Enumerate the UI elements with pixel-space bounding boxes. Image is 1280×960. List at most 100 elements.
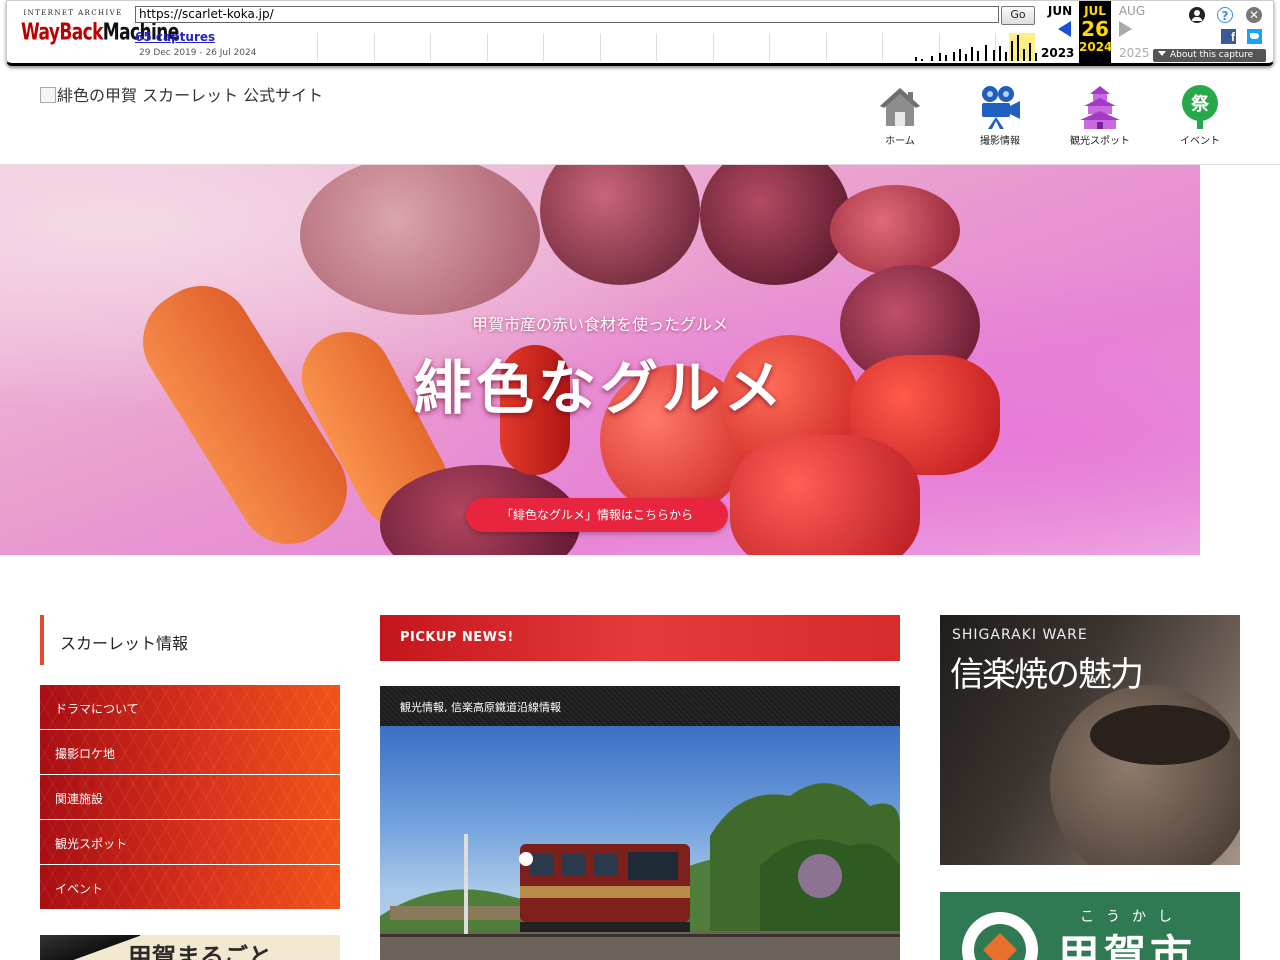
shigaraki-ware-banner[interactable]: SHIGARAKI WARE 信楽焼の魅力 xyxy=(940,615,1240,865)
wayback-current-year: 2024 xyxy=(1079,40,1113,54)
sparkline-capture-bar xyxy=(1023,49,1025,61)
festival-fan-icon: 祭 xyxy=(1182,85,1218,129)
sparkline-capture-bar xyxy=(999,46,1001,61)
wayback-logo-a: WayBack xyxy=(21,19,103,46)
wayback-captures-link[interactable]: 65 captures xyxy=(135,30,215,44)
news-train-photo[interactable] xyxy=(380,726,900,960)
nav-home-label: ホーム xyxy=(885,136,915,147)
sparkline-month-divider xyxy=(995,33,996,61)
about-capture-button[interactable]: About this capture xyxy=(1153,49,1266,62)
sparkline-capture-bar xyxy=(1017,35,1019,61)
sparkline-capture-bar xyxy=(1005,52,1007,61)
pickup-news-heading-text: PICKUP NEWS! xyxy=(400,630,514,645)
koka-marugoto-banner-text: 甲賀まるごと xyxy=(128,942,272,960)
sidebar-heading: スカーレット情報 xyxy=(40,615,340,665)
help-icon[interactable]: ? xyxy=(1217,7,1233,23)
sparkline-capture-bar xyxy=(965,54,967,61)
koka-city-banner[interactable]: こうかし 甲賀市 xyxy=(940,892,1240,960)
sparkline-month-divider xyxy=(599,33,601,61)
wayback-logo[interactable]: INTERNET ARCHIVE WayBackMachine xyxy=(21,9,179,55)
user-account-icon[interactable] xyxy=(1189,7,1205,23)
nav-filming-label: 撮影情報 xyxy=(980,136,1020,147)
sidebar-item-label: ドラマについて xyxy=(55,702,139,716)
sparkline-month-divider xyxy=(825,33,827,61)
site-logo-alt-text: 緋色の甲賀 スカーレット 公式サイト xyxy=(57,86,324,105)
wayback-toolbar: INTERNET ARCHIVE WayBackMachine https://… xyxy=(6,0,1274,66)
twitter-share-icon[interactable] xyxy=(1247,29,1262,44)
sidebar-item-events[interactable]: イベント xyxy=(40,865,340,909)
wayback-next-month: AUG xyxy=(1118,4,1146,18)
sidebar-item-label: 撮影ロケ地 xyxy=(55,747,116,761)
sparkline-capture-bar xyxy=(953,52,955,61)
koka-marugoto-banner[interactable]: 甲賀まるごと xyxy=(40,935,340,960)
svg-text:祭: 祭 xyxy=(1190,93,1210,115)
sparkline-month-divider xyxy=(430,33,431,61)
wayback-sparkline[interactable] xyxy=(309,33,1041,61)
broken-image-icon xyxy=(40,87,56,103)
sparkline-month-divider xyxy=(543,33,544,61)
sparkline-capture-bar xyxy=(993,50,995,61)
close-icon[interactable]: ✕ xyxy=(1246,7,1262,23)
sidebar-item-label: イベント xyxy=(55,882,104,896)
movie-camera-icon xyxy=(982,86,1020,129)
site-logo[interactable]: 緋色の甲賀 スカーレット 公式サイト xyxy=(40,82,323,106)
wayback-url-input[interactable]: https://scarlet-koka.jp/ xyxy=(135,6,999,23)
sidebar-item-facilities[interactable]: 関連施設 xyxy=(40,775,340,819)
wayback-go-button[interactable]: Go xyxy=(1001,6,1035,25)
koka-city-name: 甲賀市 xyxy=(1058,931,1197,960)
sparkline-month-divider xyxy=(712,33,714,61)
fig-shape-2 xyxy=(700,165,850,285)
sparkline-capture-bar xyxy=(945,55,947,61)
news-category-bar: 観光情報, 信楽高原鐵道沿線情報 xyxy=(380,686,900,726)
shigaraki-banner-ja: 信楽焼の魅力 xyxy=(950,655,1144,695)
wayback-next-year: 2025 xyxy=(1119,46,1150,60)
wayback-next-arrow-icon xyxy=(1119,21,1132,37)
train-scene-image xyxy=(380,783,900,960)
sparkline-month-divider xyxy=(373,33,375,61)
hero-subtitle: 甲賀市産の赤い食材を使ったグルメ xyxy=(471,315,728,334)
wayback-logo-main: WayBackMachine xyxy=(21,19,179,46)
hero-cta-button[interactable]: 「緋色なグルメ」情報はこちらから xyxy=(466,498,728,532)
sparkline-capture-bar xyxy=(921,59,923,61)
castle-icon xyxy=(1080,86,1120,129)
sidebar-heading-text: スカーレット情報 xyxy=(60,634,189,653)
hero-title: 緋色なグルメ xyxy=(413,354,786,422)
wayback-prev-arrow-icon[interactable] xyxy=(1058,21,1071,37)
sidebar-item-sightseeing[interactable]: 観光スポット xyxy=(40,820,340,864)
fig-shape xyxy=(540,165,700,285)
sparkline-capture-bar xyxy=(985,45,987,61)
sparkline-month-divider xyxy=(656,33,657,61)
hero-banner[interactable]: 甲賀市産の赤い食材を使ったグルメ 緋色なグルメ 「緋色なグルメ」情報はこちらから xyxy=(0,165,1200,555)
sparkline-month-divider xyxy=(769,33,770,61)
news-category: 観光情報, 信楽高原鐵道沿線情報 xyxy=(400,701,561,714)
house-icon xyxy=(880,88,920,126)
pot-rim-shape xyxy=(1090,705,1230,765)
sparkline-capture-bar xyxy=(1029,43,1031,61)
sidebar-item-locations[interactable]: 撮影ロケ地 xyxy=(40,730,340,774)
facebook-share-icon[interactable]: f xyxy=(1221,29,1236,44)
wayback-capture-range: 29 Dec 2019 - 26 Jul 2024 xyxy=(139,48,257,58)
sparkline-month-divider xyxy=(486,33,488,61)
banner-hand-image xyxy=(40,935,140,960)
wayback-prev-year[interactable]: 2023 xyxy=(1041,46,1074,60)
pepper-shape-2 xyxy=(730,435,920,555)
wayback-current-date: JUL 26 2024 xyxy=(1079,1,1113,63)
sparkline-capture-bar xyxy=(959,49,961,61)
nav-events-label: イベント xyxy=(1180,136,1220,147)
wayback-prev-month[interactable]: JUN xyxy=(1045,4,1075,18)
sparkline-capture-bar xyxy=(939,53,941,61)
about-capture-label: About this capture xyxy=(1170,50,1254,60)
sidebar-item-label: 観光スポット xyxy=(55,837,128,851)
nav-sightseeing-label: 観光スポット xyxy=(1070,136,1130,147)
sidebar-item-label: 関連施設 xyxy=(55,792,104,806)
news-card[interactable]: 観光情報, 信楽高原鐵道沿線情報 xyxy=(380,686,900,960)
sparkline-capture-bar xyxy=(915,57,917,61)
global-nav: ホーム 撮影情報 観光スポット 祭 イベント xyxy=(850,84,1250,148)
wayback-logo-top: INTERNET ARCHIVE xyxy=(23,9,123,17)
wayback-current-month: JUL xyxy=(1084,4,1106,18)
shigaraki-banner-en: SHIGARAKI WARE xyxy=(952,627,1088,643)
plums-shape xyxy=(830,185,960,275)
wayback-current-day: 26 xyxy=(1081,17,1109,41)
caret-down-icon xyxy=(1158,51,1166,56)
sidebar-item-drama[interactable]: ドラマについて xyxy=(40,685,340,729)
